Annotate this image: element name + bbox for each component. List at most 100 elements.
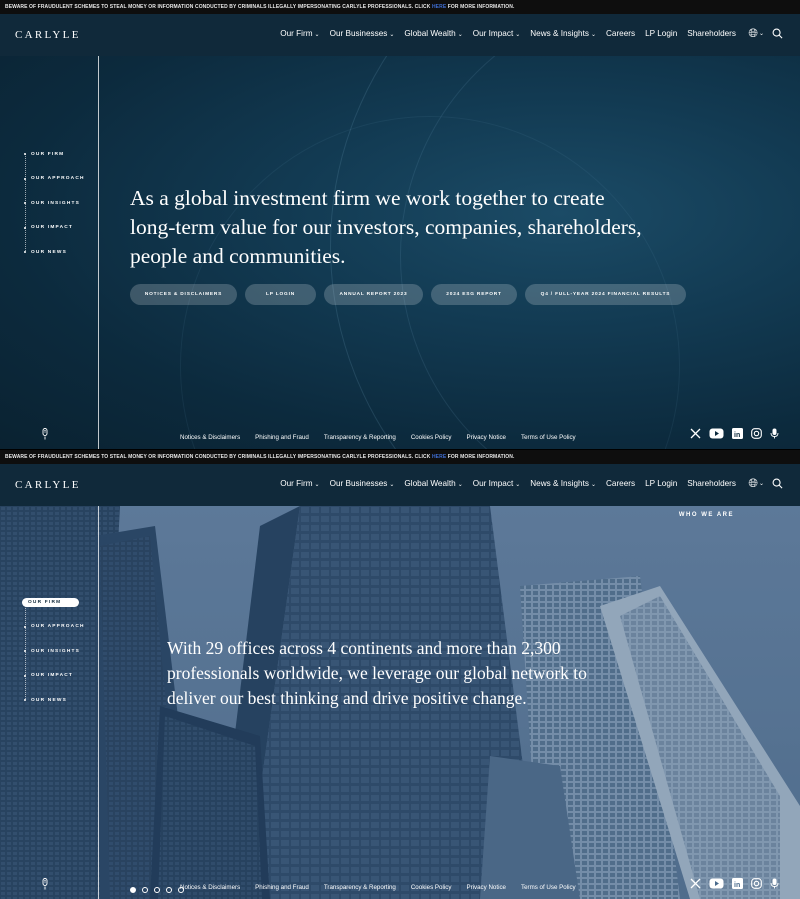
- footer-link-phishing[interactable]: Phishing and Fraud: [255, 884, 309, 891]
- chevron-down-icon: ⌄: [314, 482, 320, 488]
- nav-item-our-businesses[interactable]: Our Businesses ⌄: [330, 479, 395, 488]
- instagram-icon[interactable]: [751, 876, 762, 894]
- chevron-down-icon: ⌄: [590, 482, 596, 488]
- side-nav-track: [24, 604, 26, 700]
- side-nav-our-impact[interactable]: OUR IMPACT: [24, 664, 85, 689]
- linkedin-icon[interactable]: in: [732, 426, 743, 444]
- nav-item-our-impact[interactable]: Our Impact ⌄: [473, 479, 521, 488]
- side-nav-our-news[interactable]: OUR NEWS: [24, 240, 85, 265]
- side-nav-our-firm[interactable]: OUR FIRM: [24, 142, 85, 167]
- pill-lp-login[interactable]: LP LOGIN: [245, 284, 316, 305]
- footer-link-terms[interactable]: Terms of Use Policy: [521, 884, 576, 891]
- footer-link-notices[interactable]: Notices & Disclaimers: [180, 884, 240, 891]
- footer-link-phishing[interactable]: Phishing and Fraud: [255, 434, 309, 441]
- chevron-down-icon: ⌄: [758, 481, 764, 487]
- x-icon[interactable]: [690, 426, 701, 444]
- footer-links: Notices & Disclaimers Phishing and Fraud…: [180, 434, 591, 441]
- side-nav-track: [24, 154, 26, 252]
- footer-link-cookies[interactable]: Cookies Policy: [411, 884, 452, 891]
- footer-link-terms[interactable]: Terms of Use Policy: [521, 434, 576, 441]
- nav-item-global-wealth[interactable]: Global Wealth ⌄: [404, 479, 462, 488]
- search-icon[interactable]: [772, 28, 783, 39]
- who-we-are-headline: With 29 offices across 4 continents and …: [167, 638, 587, 708]
- side-nav-our-approach[interactable]: OUR APPROACH: [24, 615, 85, 640]
- slide-dot-1[interactable]: [130, 887, 136, 893]
- left-panel: OUR FIRM OUR APPROACH OUR INSIGHTS OUR I…: [0, 506, 99, 899]
- svg-text:in: in: [734, 432, 740, 439]
- fraud-warning-link[interactable]: HERE: [432, 454, 446, 460]
- podcast-mic-icon[interactable]: [770, 876, 779, 894]
- nav-item-careers[interactable]: Careers: [606, 479, 635, 488]
- footer-link-cookies[interactable]: Cookies Policy: [411, 434, 452, 441]
- footer-link-transparency[interactable]: Transparency & Reporting: [324, 434, 396, 441]
- instagram-icon[interactable]: [751, 426, 762, 444]
- nav-item-shareholders[interactable]: Shareholders: [687, 479, 736, 488]
- nav-item-our-firm[interactable]: Our Firm ⌄: [280, 479, 319, 488]
- who-we-are-screen: BEWARE OF FRAUDULENT SCHEMES TO STEAL MO…: [0, 450, 800, 899]
- social-links: in: [682, 426, 779, 444]
- chevron-down-icon: ⌄: [515, 482, 521, 488]
- nav-item-news-insights[interactable]: News & Insights ⌄: [530, 29, 596, 38]
- youtube-icon[interactable]: [709, 426, 724, 444]
- nav-item-shareholders[interactable]: Shareholders: [687, 29, 736, 38]
- fraud-warning-bar: BEWARE OF FRAUDULENT SCHEMES TO STEAL MO…: [0, 450, 800, 464]
- youtube-icon[interactable]: [709, 876, 724, 894]
- slide-dot-4[interactable]: [166, 887, 172, 893]
- footer-link-transparency[interactable]: Transparency & Reporting: [324, 884, 396, 891]
- side-nav: OUR FIRM OUR APPROACH OUR INSIGHTS OUR I…: [24, 142, 85, 265]
- quick-links: NOTICES & DISCLAIMERS LP LOGIN ANNUAL RE…: [130, 284, 694, 305]
- chevron-down-icon: ⌄: [457, 32, 463, 38]
- fraud-warning-text: BEWARE OF FRAUDULENT SCHEMES TO STEAL MO…: [5, 454, 431, 460]
- linkedin-icon[interactable]: in: [732, 876, 743, 894]
- side-nav-our-firm[interactable]: OUR FIRM: [22, 590, 85, 615]
- main-nav: CARLYLE Our Firm ⌄ Our Businesses ⌄ Global…: [0, 464, 800, 506]
- side-nav-our-news[interactable]: OUR NEWS: [24, 688, 85, 713]
- side-nav-active-pill: OUR FIRM: [22, 597, 80, 607]
- social-links: in: [682, 876, 779, 894]
- slide-dot-2[interactable]: [142, 887, 148, 893]
- microphone-icon[interactable]: [41, 428, 49, 440]
- footer-links: Notices & Disclaimers Phishing and Fraud…: [180, 884, 591, 891]
- search-icon[interactable]: [772, 478, 783, 489]
- globe-icon[interactable]: 🌐︎⌄: [748, 26, 764, 41]
- chevron-down-icon: ⌄: [389, 482, 395, 488]
- nav-item-our-businesses[interactable]: Our Businesses ⌄: [330, 29, 395, 38]
- svg-text:in: in: [734, 882, 740, 889]
- who-we-are-section: WHO WE ARE OUR FIRM OUR APPROACH OUR INS…: [0, 506, 800, 899]
- nav-item-news-insights[interactable]: News & Insights ⌄: [530, 479, 596, 488]
- fraud-warning-text-end: FOR MORE INFORMATION.: [447, 454, 515, 460]
- left-panel: OUR FIRM OUR APPROACH OUR INSIGHTS OUR I…: [0, 56, 99, 449]
- nav-item-our-firm[interactable]: Our Firm ⌄: [280, 29, 319, 38]
- carlyle-logo[interactable]: CARLYLE: [15, 29, 81, 41]
- side-nav-our-approach[interactable]: OUR APPROACH: [24, 167, 85, 192]
- chevron-down-icon: ⌄: [457, 482, 463, 488]
- main-nav: CARLYLE Our Firm ⌄ Our Businesses ⌄ Global…: [0, 14, 800, 56]
- chevron-down-icon: ⌄: [515, 32, 521, 38]
- pill-annual-report[interactable]: ANNUAL REPORT 2023: [324, 284, 423, 305]
- side-nav-our-impact[interactable]: OUR IMPACT: [24, 216, 85, 241]
- nav-item-global-wealth[interactable]: Global Wealth ⌄: [404, 29, 462, 38]
- pill-notices-disclaimers[interactable]: NOTICES & DISCLAIMERS: [130, 284, 237, 305]
- side-nav-our-insights[interactable]: OUR INSIGHTS: [24, 639, 85, 664]
- globe-icon[interactable]: 🌐︎⌄: [748, 476, 764, 491]
- side-nav-our-insights[interactable]: OUR INSIGHTS: [24, 191, 85, 216]
- microphone-icon[interactable]: [41, 878, 49, 890]
- pill-esg-report[interactable]: 2024 ESG REPORT: [431, 284, 517, 305]
- x-icon[interactable]: [690, 876, 701, 894]
- footer-link-privacy[interactable]: Privacy Notice: [466, 884, 506, 891]
- section-eyebrow: WHO WE ARE: [678, 512, 734, 518]
- podcast-mic-icon[interactable]: [770, 426, 779, 444]
- nav-item-our-impact[interactable]: Our Impact ⌄: [473, 29, 521, 38]
- footer-link-notices[interactable]: Notices & Disclaimers: [180, 434, 240, 441]
- carlyle-logo[interactable]: CARLYLE: [15, 479, 81, 491]
- chevron-down-icon: ⌄: [389, 32, 395, 38]
- nav-item-lp-login[interactable]: LP Login: [645, 479, 677, 488]
- chevron-down-icon: ⌄: [758, 31, 764, 37]
- homepage-hero-screen: BEWARE OF FRAUDULENT SCHEMES TO STEAL MO…: [0, 0, 800, 449]
- nav-item-lp-login[interactable]: LP Login: [645, 29, 677, 38]
- pill-financial-results[interactable]: Q4 / FULL-YEAR 2024 FINANCIAL RESULTS: [525, 284, 686, 305]
- nav-item-careers[interactable]: Careers: [606, 29, 635, 38]
- fraud-warning-link[interactable]: HERE: [432, 4, 446, 10]
- footer-link-privacy[interactable]: Privacy Notice: [466, 434, 506, 441]
- slide-dot-3[interactable]: [154, 887, 160, 893]
